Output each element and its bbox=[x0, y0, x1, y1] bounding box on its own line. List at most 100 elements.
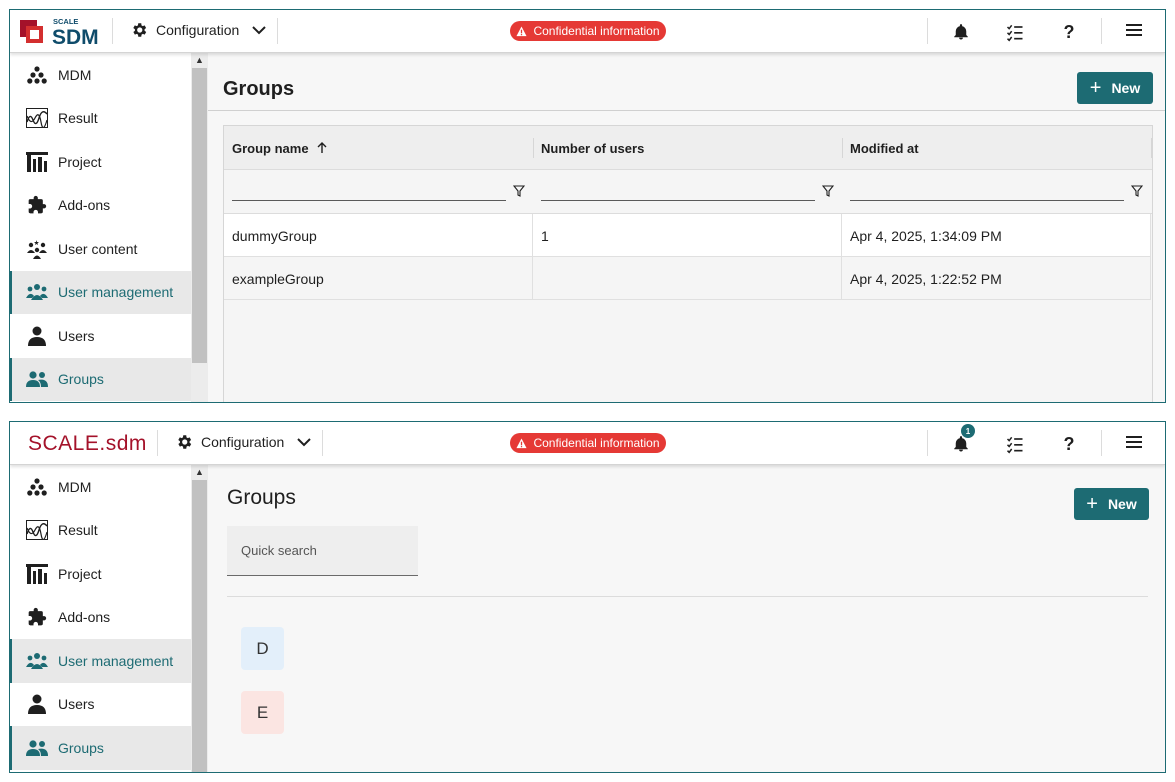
scale-sdm-logo[interactable]: SCALE.sdm bbox=[28, 432, 147, 456]
sidebar-item-result[interactable]: Result bbox=[10, 509, 208, 553]
hamburger-icon bbox=[1126, 24, 1142, 36]
column-header-label: Number of users bbox=[541, 140, 645, 156]
bell-icon bbox=[954, 24, 968, 40]
users-group-icon bbox=[26, 281, 48, 303]
filter-input[interactable] bbox=[541, 200, 815, 201]
gear-icon bbox=[133, 23, 147, 37]
users-group-icon bbox=[26, 737, 48, 759]
warning-icon bbox=[516, 25, 527, 36]
main-content: Groups + New D E bbox=[208, 465, 1165, 772]
new-group-button[interactable]: + New bbox=[1077, 72, 1153, 104]
group-avatar-tile[interactable]: E bbox=[241, 691, 284, 734]
groups-page-tile-view: SCALE.sdm Configuration Confidential inf… bbox=[9, 421, 1166, 773]
sidebar-item-add-ons[interactable]: Add-ons bbox=[10, 596, 208, 640]
filter-modified-at[interactable] bbox=[842, 170, 1151, 214]
help-button[interactable]: ? bbox=[1058, 433, 1080, 455]
filter-icon[interactable] bbox=[822, 185, 834, 197]
table-row[interactable]: exampleGroup Apr 4, 2025, 1:22:52 PM bbox=[224, 257, 1151, 300]
sidebar-item-label: Result bbox=[58, 522, 98, 539]
logo-small-text: SCALE bbox=[53, 17, 78, 26]
sidebar-item-label: Project bbox=[58, 565, 102, 582]
sidebar: MDM Result Project Add-ons User content … bbox=[10, 53, 208, 402]
scrollbar-thumb[interactable] bbox=[192, 480, 207, 772]
sidebar-scrollbar[interactable]: ▲ bbox=[191, 53, 208, 402]
scale-sdm-logo[interactable]: SCALE SDM bbox=[20, 16, 102, 46]
sidebar-item-label: Users bbox=[58, 696, 95, 713]
result-icon bbox=[26, 107, 48, 129]
sidebar-item-user-management[interactable]: User management bbox=[10, 270, 208, 314]
puzzle-icon bbox=[26, 194, 48, 216]
divider bbox=[1101, 18, 1102, 44]
top-app-bar: SCALE SDM Configuration Confidential inf… bbox=[10, 10, 1165, 53]
grid-filter-row bbox=[224, 170, 1152, 214]
sidebar-item-mdm[interactable]: MDM bbox=[10, 465, 208, 509]
help-icon: ? bbox=[1063, 433, 1075, 454]
sidebar-item-result[interactable]: Result bbox=[10, 97, 208, 141]
quick-search-input[interactable] bbox=[227, 526, 418, 575]
scroll-up-arrow-icon[interactable]: ▲ bbox=[191, 53, 208, 67]
groups-grid: Group name Number of users Modified at d… bbox=[223, 125, 1153, 402]
filter-number-of-users[interactable] bbox=[533, 170, 842, 214]
sidebar-item-groups[interactable]: Groups bbox=[10, 357, 208, 401]
grid-header-row: Group name Number of users Modified at bbox=[224, 126, 1152, 170]
sidebar-item-users[interactable]: Users bbox=[10, 314, 208, 358]
cell-group-name: exampleGroup bbox=[224, 257, 533, 300]
logo-big-text: SDM bbox=[52, 26, 99, 46]
plus-icon: + bbox=[1089, 77, 1102, 99]
hamburger-icon bbox=[1126, 436, 1142, 448]
divider bbox=[322, 430, 323, 456]
column-header-group-name[interactable]: Group name bbox=[224, 126, 533, 170]
sidebar-item-user-content[interactable]: User content bbox=[10, 227, 208, 271]
notification-count-badge: 1 bbox=[961, 424, 975, 438]
sort-ascending-icon[interactable] bbox=[317, 142, 327, 154]
sidebar-scrollbar[interactable]: ▲ bbox=[191, 465, 208, 772]
help-button[interactable]: ? bbox=[1058, 21, 1080, 43]
cell-number-of-users: 1 bbox=[533, 214, 842, 257]
sidebar-item-user-management[interactable]: User management bbox=[10, 639, 208, 683]
sidebar-item-add-ons[interactable]: Add-ons bbox=[10, 184, 208, 228]
sidebar-item-groups[interactable]: Groups bbox=[10, 726, 208, 770]
sidebar-item-mdm[interactable]: MDM bbox=[10, 53, 208, 97]
users-group-icon bbox=[26, 368, 48, 390]
main-menu-button[interactable] bbox=[1124, 19, 1146, 41]
column-header-number-of-users[interactable]: Number of users bbox=[533, 126, 842, 170]
scrollbar-thumb[interactable] bbox=[192, 68, 207, 363]
tasks-button[interactable] bbox=[1004, 21, 1026, 43]
filter-icon[interactable] bbox=[1131, 185, 1143, 197]
cell-modified-at: Apr 4, 2025, 1:22:52 PM bbox=[842, 257, 1151, 300]
person-icon bbox=[26, 325, 48, 347]
filter-group-name[interactable] bbox=[224, 170, 533, 214]
column-separator[interactable] bbox=[1151, 138, 1152, 158]
title-divider bbox=[208, 110, 1165, 111]
quick-search-field[interactable] bbox=[227, 526, 418, 576]
divider bbox=[157, 430, 158, 456]
sidebar-item-users[interactable]: Users bbox=[10, 683, 208, 727]
cell-group-name: dummyGroup bbox=[224, 214, 533, 257]
sidebar-item-label: Result bbox=[58, 110, 98, 127]
mdm-icon bbox=[26, 476, 48, 498]
configuration-menu[interactable]: Configuration bbox=[175, 433, 312, 451]
sidebar-item-label: Groups bbox=[58, 371, 104, 388]
main-menu-button[interactable] bbox=[1124, 431, 1146, 453]
table-row[interactable]: dummyGroup 1 Apr 4, 2025, 1:34:09 PM bbox=[224, 214, 1151, 257]
new-button-label: New bbox=[1111, 80, 1141, 96]
scroll-up-arrow-icon[interactable]: ▲ bbox=[191, 465, 208, 479]
sidebar-item-project[interactable]: Project bbox=[10, 140, 208, 184]
new-group-button[interactable]: + New bbox=[1074, 488, 1149, 520]
column-header-modified-at[interactable]: Modified at bbox=[842, 126, 1151, 170]
confidential-label: Confidential information bbox=[533, 436, 660, 450]
sidebar-item-label: User management bbox=[58, 652, 174, 669]
confidential-label: Confidential information bbox=[533, 24, 660, 38]
tasks-button[interactable] bbox=[1004, 433, 1026, 455]
filter-input[interactable] bbox=[850, 200, 1124, 201]
sidebar-item-project[interactable]: Project bbox=[10, 552, 208, 596]
notifications-button[interactable] bbox=[950, 21, 972, 43]
user-content-icon bbox=[26, 238, 48, 260]
new-button-label: New bbox=[1107, 496, 1137, 512]
chevron-down-icon bbox=[297, 438, 311, 447]
group-avatar-tile[interactable]: D bbox=[241, 627, 284, 670]
filter-input[interactable] bbox=[232, 200, 506, 201]
filter-icon[interactable] bbox=[513, 185, 525, 197]
sidebar-item-label: User content bbox=[58, 240, 138, 257]
configuration-menu[interactable]: Configuration bbox=[130, 21, 267, 39]
